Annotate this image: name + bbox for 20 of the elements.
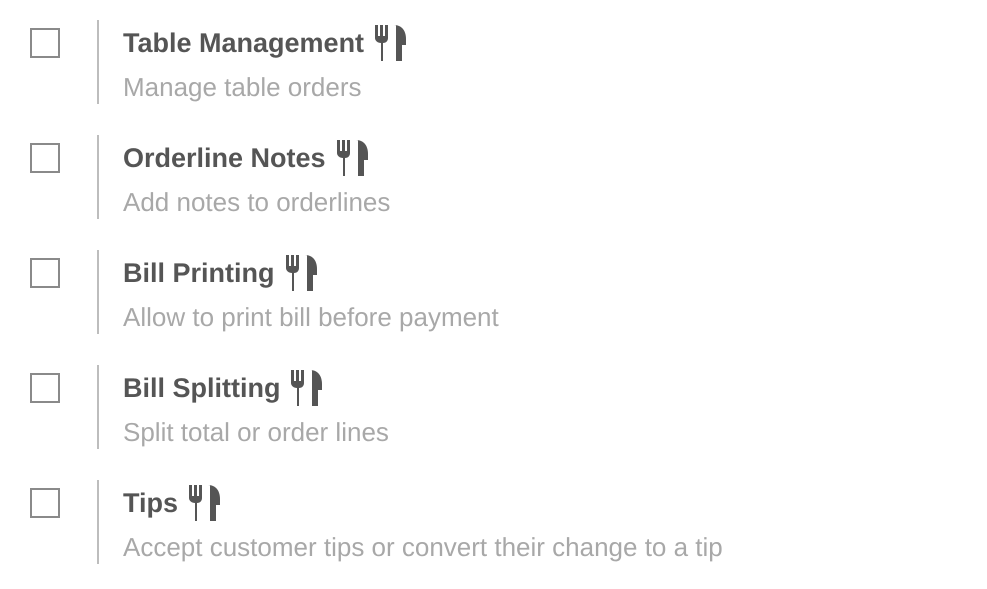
feature-title: Bill Splitting — [123, 372, 280, 404]
fork-knife-icon — [374, 24, 408, 62]
feature-description: Add notes to orderlines — [123, 187, 390, 218]
feature-title: Orderline Notes — [123, 142, 326, 174]
fork-knife-icon — [188, 484, 222, 522]
fork-knife-icon — [290, 369, 324, 407]
feature-description: Allow to print bill before payment — [123, 302, 499, 333]
checkbox[interactable] — [30, 28, 60, 58]
feature-description: Split total or order lines — [123, 417, 389, 448]
feature-description: Accept customer tips or convert their change to a tip — [123, 532, 723, 563]
checkbox[interactable] — [30, 488, 60, 518]
fork-knife-icon — [284, 254, 318, 292]
feature-description: Manage table orders — [123, 72, 362, 103]
checkbox[interactable] — [30, 373, 60, 403]
checkbox[interactable] — [30, 143, 60, 173]
feature-title: Bill Printing — [123, 258, 274, 288]
fork-knife-icon — [336, 139, 370, 177]
checkbox[interactable] — [30, 258, 60, 288]
feature-title: Table Management — [123, 28, 364, 58]
feature-title: Tips — [123, 488, 178, 518]
